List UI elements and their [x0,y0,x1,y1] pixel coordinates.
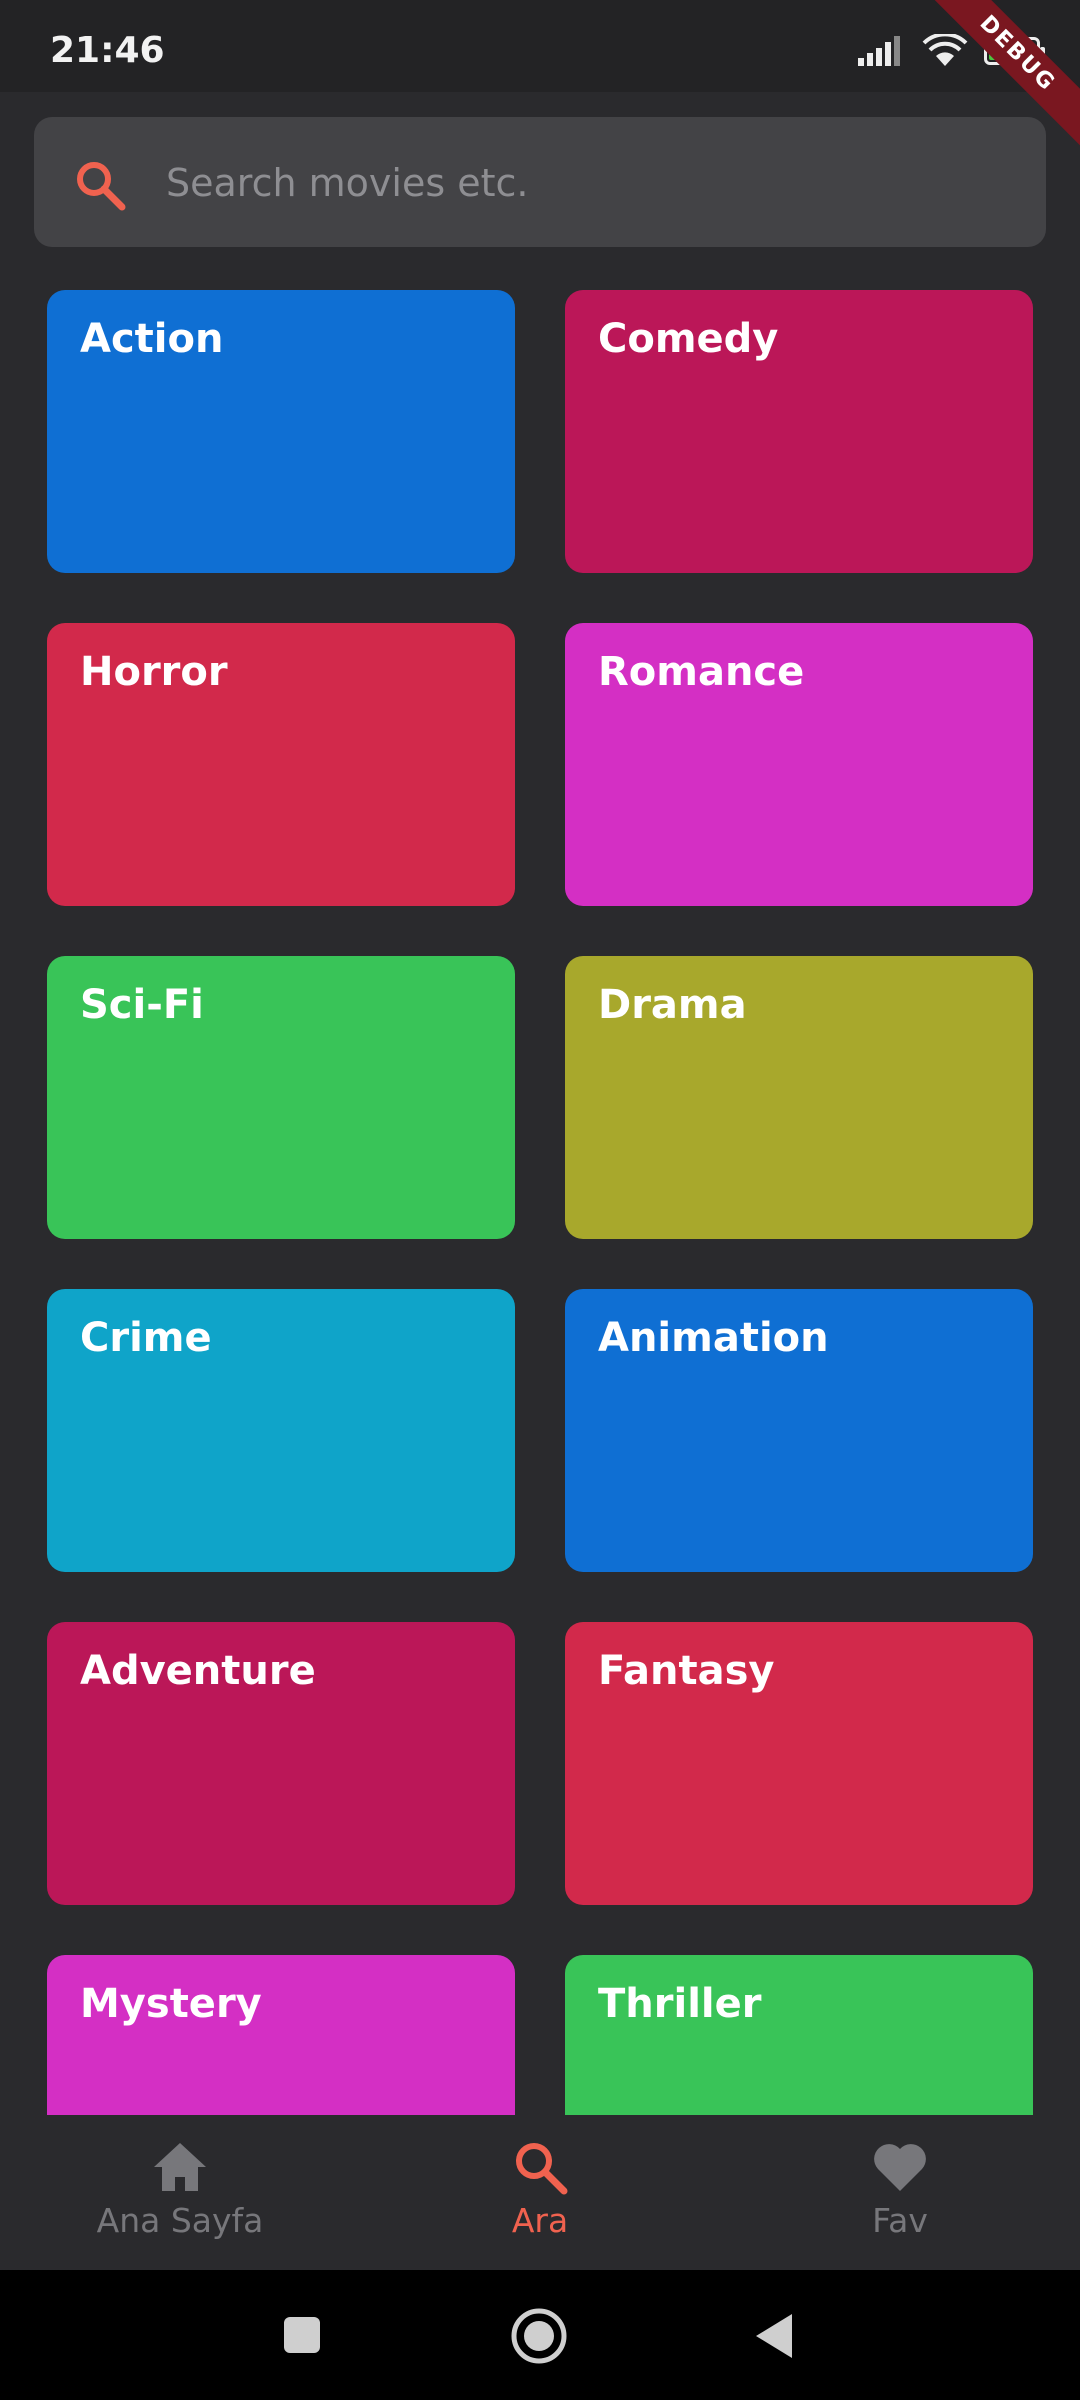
status-bar: 21:46 58 DEBUG [0,0,1080,150]
recents-icon[interactable] [282,2315,322,2355]
home-button-icon[interactable] [510,2307,568,2365]
nav-label-search: Ara [511,2201,569,2240]
genre-label: Crime [80,1315,212,1361]
genre-tile[interactable]: Mystery [47,1955,515,2115]
genre-tile[interactable]: Drama [565,956,1033,1239]
genre-tile[interactable]: Romance [565,623,1033,906]
genre-tile[interactable]: Adventure [47,1622,515,1905]
genre-grid: Action Comedy Horror Romance Sci-Fi Dram… [0,290,1080,2115]
home-icon [154,2143,206,2191]
back-icon[interactable] [752,2312,796,2360]
signal-icon [858,36,900,66]
system-nav-bar [0,2270,1080,2400]
genre-label: Thriller [598,1981,762,2027]
genre-tile[interactable]: Action [47,290,515,573]
genre-tile[interactable]: Thriller [565,1955,1033,2115]
search-bar[interactable] [34,117,1046,247]
genre-label: Comedy [598,316,779,362]
genre-tile[interactable]: Horror [47,623,515,906]
wifi-icon [922,34,968,66]
genre-grid-viewport[interactable]: Action Comedy Horror Romance Sci-Fi Dram… [0,290,1080,2115]
nav-label-home: Ana Sayfa [96,2201,264,2240]
genre-label: Action [80,316,224,362]
genre-tile[interactable]: Comedy [565,290,1033,573]
genre-label: Horror [80,649,228,695]
genre-label: Sci-Fi [80,982,204,1028]
nav-item-favorites[interactable]: Fav [750,2137,1050,2240]
genre-tile[interactable]: Sci-Fi [47,956,515,1239]
genre-tile[interactable]: Fantasy [565,1622,1033,1905]
genre-label: Adventure [80,1648,316,1694]
search-icon [516,2143,568,2195]
nav-item-home[interactable]: Ana Sayfa [30,2137,330,2240]
genre-label: Romance [598,649,805,695]
genre-tile[interactable]: Animation [565,1289,1033,1572]
genre-label: Mystery [80,1981,262,2027]
search-input[interactable] [164,147,1008,219]
search-icon [77,162,126,211]
nav-label-favorites: Fav [872,2201,928,2240]
genre-label: Drama [598,982,747,1028]
heart-icon [874,2144,926,2191]
nav-item-search[interactable]: Ara [390,2137,690,2240]
bottom-nav: Ana Sayfa Ara Fav [0,2115,1080,2270]
genre-label: Animation [598,1315,829,1361]
status-time: 21:46 [50,30,165,71]
genre-label: Fantasy [598,1648,775,1694]
genre-tile[interactable]: Crime [47,1289,515,1572]
